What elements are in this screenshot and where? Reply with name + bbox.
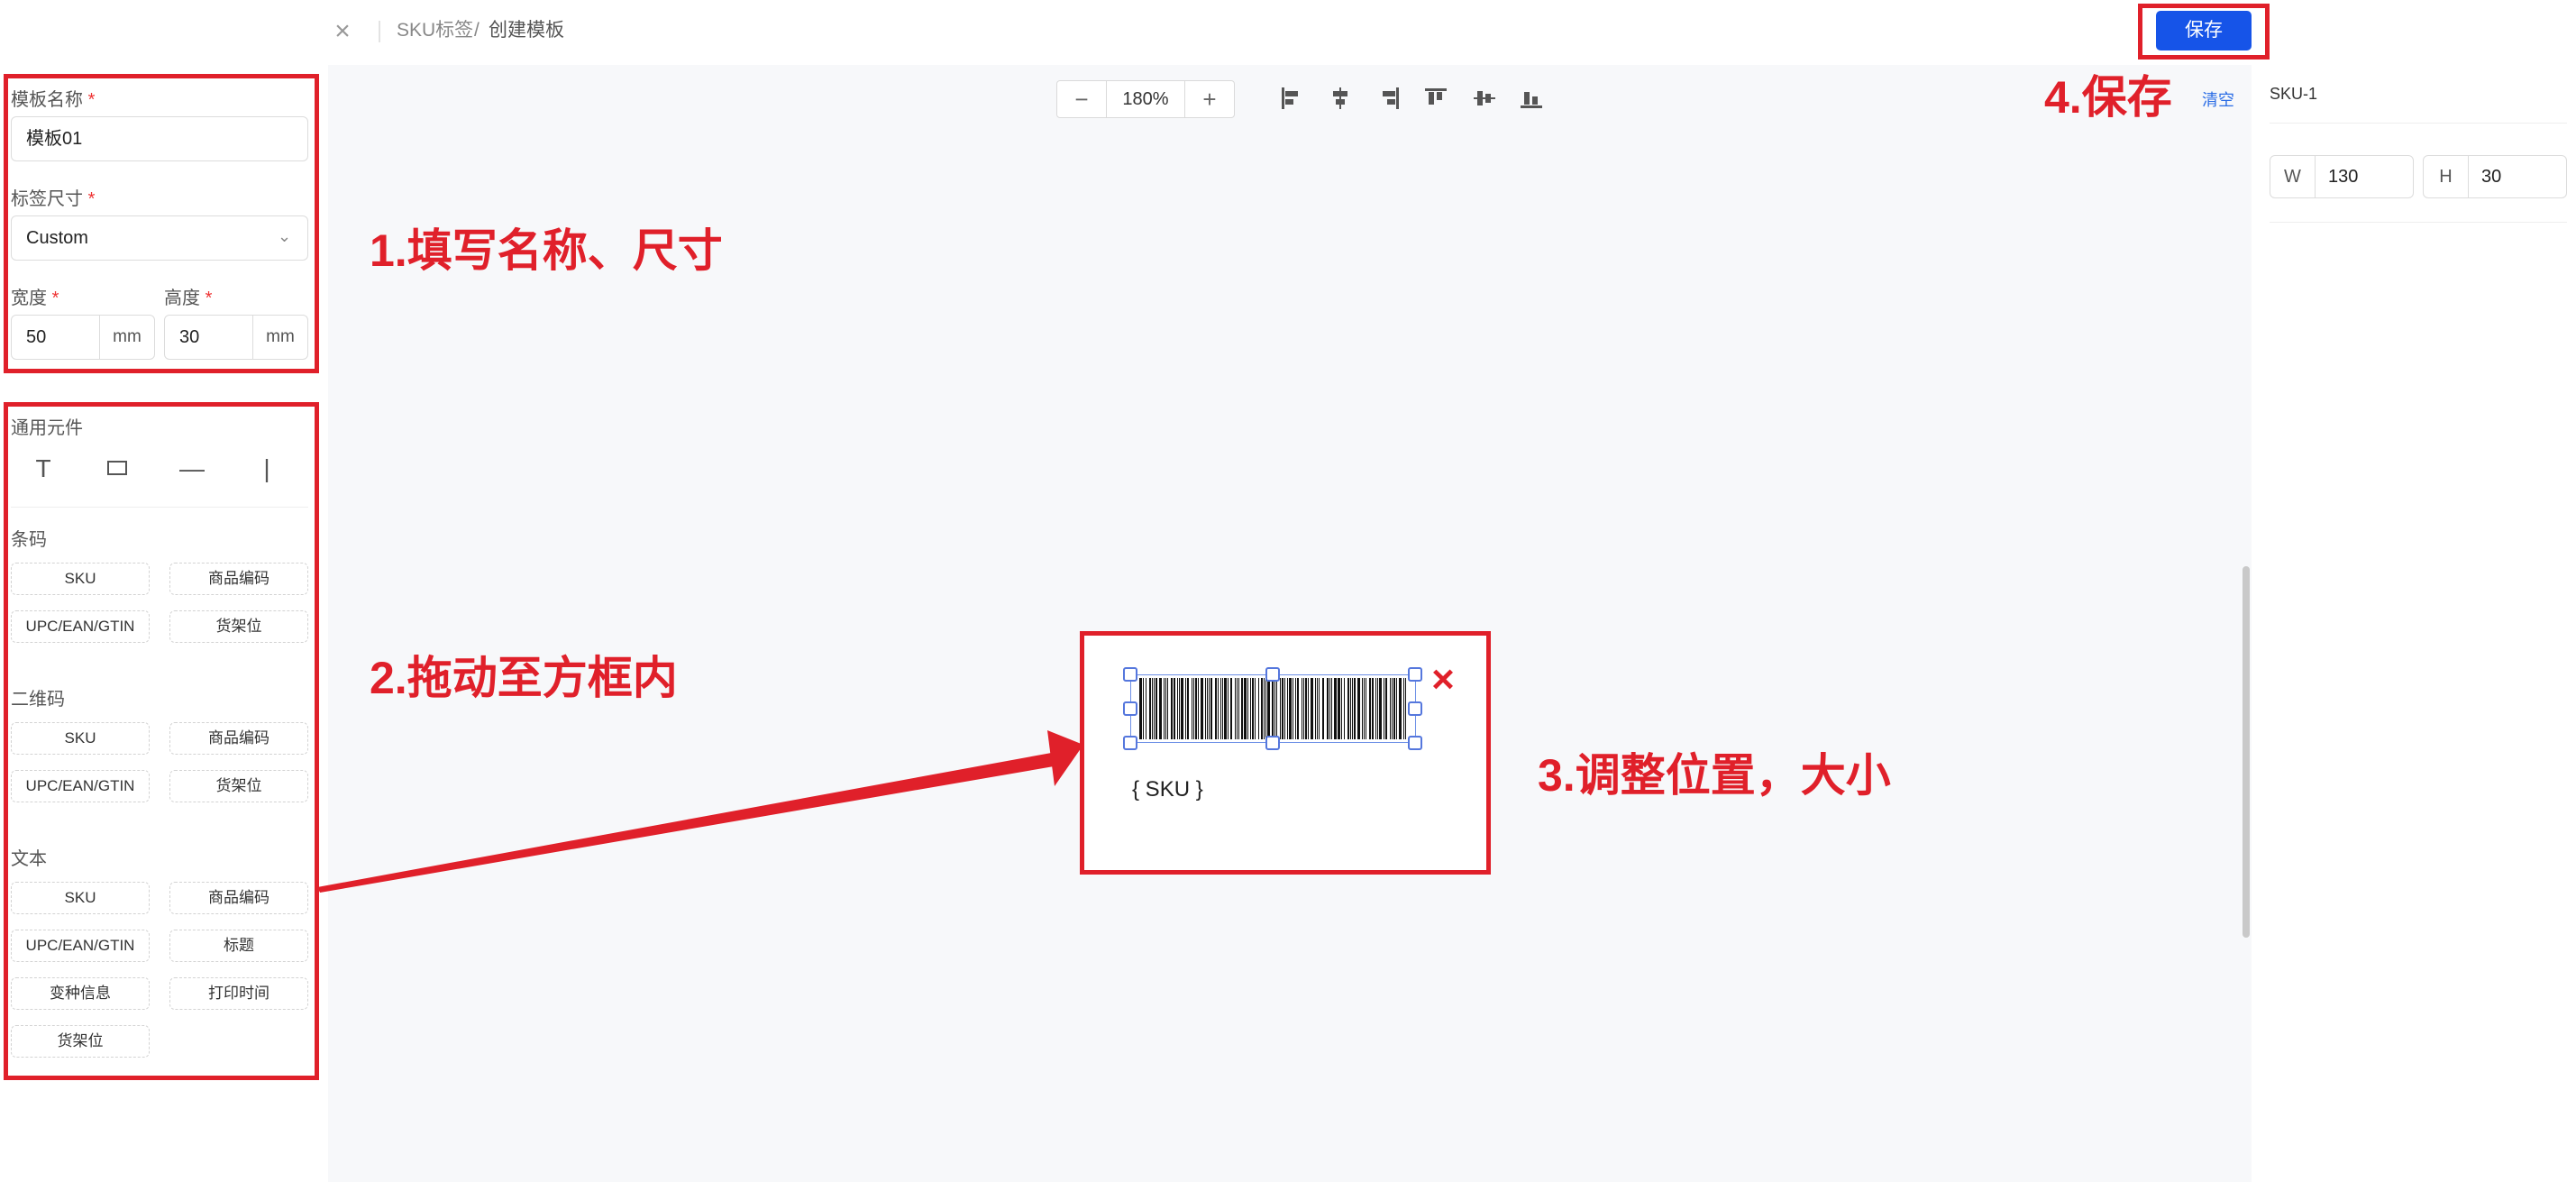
align-center-horizontal-icon[interactable] [1327,85,1354,112]
selected-object-name: SKU-1 [2270,85,2318,103]
w-label: W [2270,156,2316,197]
w-value: 130 [2328,167,2359,187]
divider [2270,123,2567,124]
zoom-control: − 180% + [1056,80,1235,118]
right-panel [2252,65,2576,1182]
annotation-step1: 1.填写名称、尺寸 [370,225,723,276]
resize-handle[interactable] [1265,736,1280,750]
align-bottom-icon[interactable] [1518,85,1545,112]
h-value: 30 [2481,167,2502,187]
zoom-in-button[interactable]: + [1185,81,1234,117]
height-dimension-input[interactable]: H 30 [2423,155,2567,198]
annotation-step4: 4.保存 [2044,72,2172,123]
save-highlight-frame [2138,4,2270,60]
annotation-step3: 3.调整位置，大小 [1538,750,1891,801]
step1-highlight-frame [4,74,319,373]
annotation-step2: 2.拖动至方框内 [370,653,678,703]
resize-handle[interactable] [1408,736,1422,750]
sku-text-element[interactable]: { SKU } [1132,777,1203,802]
step2-highlight-frame [4,402,319,1080]
resize-handle[interactable] [1265,667,1280,682]
selection-box [1130,674,1416,743]
breadcrumb-separator: / [474,20,480,41]
resize-handle[interactable] [1123,736,1137,750]
zoom-level: 180% [1106,81,1185,117]
width-dimension-input[interactable]: W 130 [2270,155,2414,198]
divider [379,21,380,42]
zoom-out-button[interactable]: − [1057,81,1106,117]
resize-handle[interactable] [1408,701,1422,716]
h-label: H [2424,156,2469,197]
canvas-scrollbar[interactable] [2243,566,2250,938]
resize-handle[interactable] [1408,667,1422,682]
close-icon[interactable]: × [330,16,355,47]
resize-handle[interactable] [1123,667,1137,682]
clear-button[interactable]: 清空 [2202,87,2234,111]
align-middle-vertical-icon[interactable] [1471,85,1498,112]
align-left-icon[interactable] [1278,85,1305,112]
resize-handle[interactable] [1123,701,1137,716]
breadcrumb-parent[interactable]: SKU标签 [397,18,473,43]
delete-element-icon[interactable]: × [1424,660,1462,700]
align-right-icon[interactable] [1375,85,1402,112]
align-top-icon[interactable] [1422,85,1449,112]
breadcrumb-current: 创建模板 [489,20,564,41]
divider [2270,222,2567,223]
